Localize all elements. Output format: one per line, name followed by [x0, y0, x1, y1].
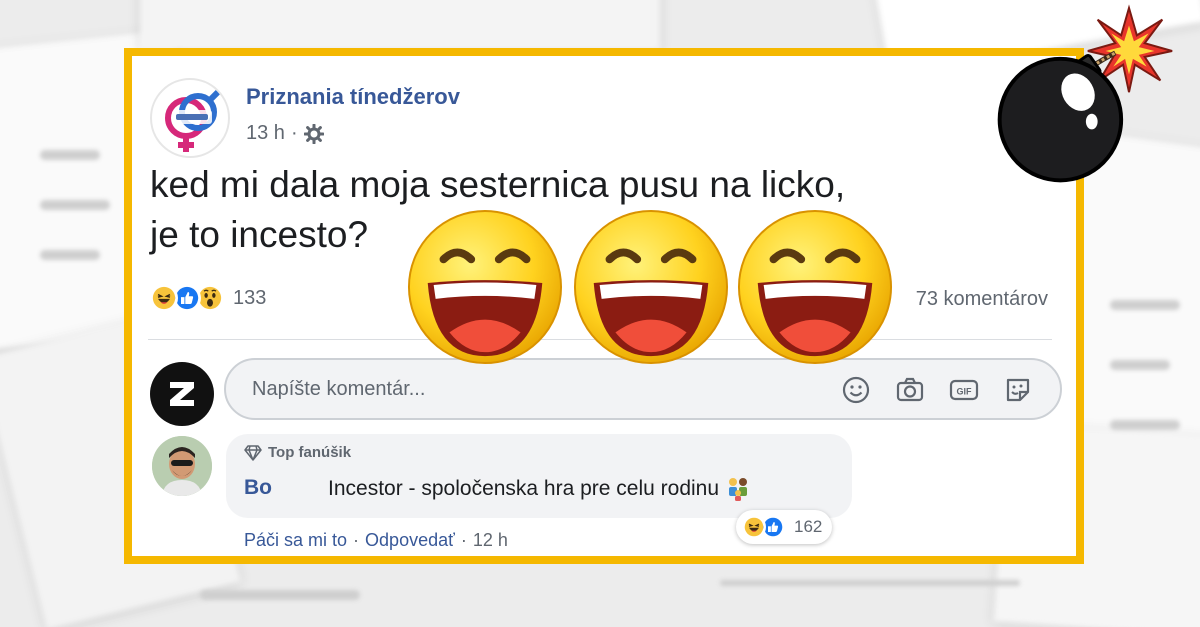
- background-text-blur: [40, 150, 100, 160]
- page-avatar[interactable]: [150, 78, 230, 158]
- comment-bubble: Top fanúšik Bo Incestor - spoločenska hr…: [226, 434, 852, 518]
- comment-text: Incestor - spoločenska hra pre celu rodi…: [328, 476, 751, 502]
- comment-input-placeholder: Napíšte komentár...: [252, 378, 426, 400]
- comment-input-icons: GIF: [840, 374, 1034, 406]
- post-meta: 13 h ·: [246, 122, 324, 145]
- top-fan-badge: Top fanúšik: [244, 444, 351, 461]
- background-text-blur: [720, 580, 1020, 586]
- like-comment-link[interactable]: Páči sa mi to: [244, 530, 347, 551]
- post-text-line: ked mi dala moja sesternica pusu na lick…: [150, 164, 846, 205]
- bomb-icon: [997, 4, 1173, 183]
- comment-actions: Páči sa mi to · Odpovedať · 12 h: [244, 530, 508, 551]
- comment-reactions[interactable]: 162: [736, 510, 833, 544]
- gear-icon[interactable]: [303, 123, 324, 144]
- laughing-face-icon: [737, 209, 893, 365]
- meta-separator: ·: [290, 122, 298, 144]
- background-text-blur: [1110, 300, 1180, 310]
- haha-reaction-icon: [150, 284, 178, 312]
- page-logo-icon: [165, 85, 225, 152]
- background-text-blur: [40, 200, 110, 210]
- page-name-link[interactable]: Priznania tínedžerov: [246, 84, 460, 110]
- comment-text-body: Incestor - spoločenska hra pre celu rodi…: [328, 477, 720, 500]
- background-card: [140, 0, 660, 50]
- background-text-blur: [1110, 360, 1170, 370]
- action-separator: ·: [460, 530, 467, 550]
- emoji-icon[interactable]: [840, 374, 872, 406]
- haha-reaction-icon: [742, 515, 766, 539]
- family-emoji-icon: [729, 478, 748, 501]
- top-fan-label: Top fanúšik: [268, 444, 352, 461]
- laughing-emoji-overlay: [406, 208, 896, 368]
- commenter-photo: [152, 436, 212, 496]
- post-reactions[interactable]: 133: [150, 284, 266, 312]
- comment-author-link[interactable]: Bo: [244, 476, 272, 500]
- reply-comment-link[interactable]: Odpovedať: [365, 530, 455, 551]
- background-text-blur: [1110, 420, 1180, 430]
- diamond-icon: [244, 444, 262, 461]
- background-text-blur: [200, 590, 360, 600]
- comments-count-link[interactable]: 73 komentárov: [916, 288, 1048, 311]
- user-avatar: [150, 362, 214, 426]
- commenter-avatar[interactable]: [152, 436, 212, 496]
- action-separator: ·: [353, 530, 360, 550]
- svg-text:GIF: GIF: [957, 387, 973, 397]
- reaction-count: 133: [233, 286, 267, 309]
- comment-time[interactable]: 12 h: [473, 530, 508, 551]
- post-time[interactable]: 13 h: [246, 122, 285, 145]
- laughing-face-icon: [573, 209, 729, 365]
- camera-icon[interactable]: [894, 374, 926, 406]
- background-text-blur: [40, 250, 100, 260]
- gif-icon[interactable]: GIF: [948, 374, 980, 406]
- laughing-face-icon: [407, 209, 563, 365]
- user-logo-icon: [170, 382, 194, 406]
- sticker-icon[interactable]: [1002, 374, 1034, 406]
- comment-reaction-count: 162: [794, 517, 823, 536]
